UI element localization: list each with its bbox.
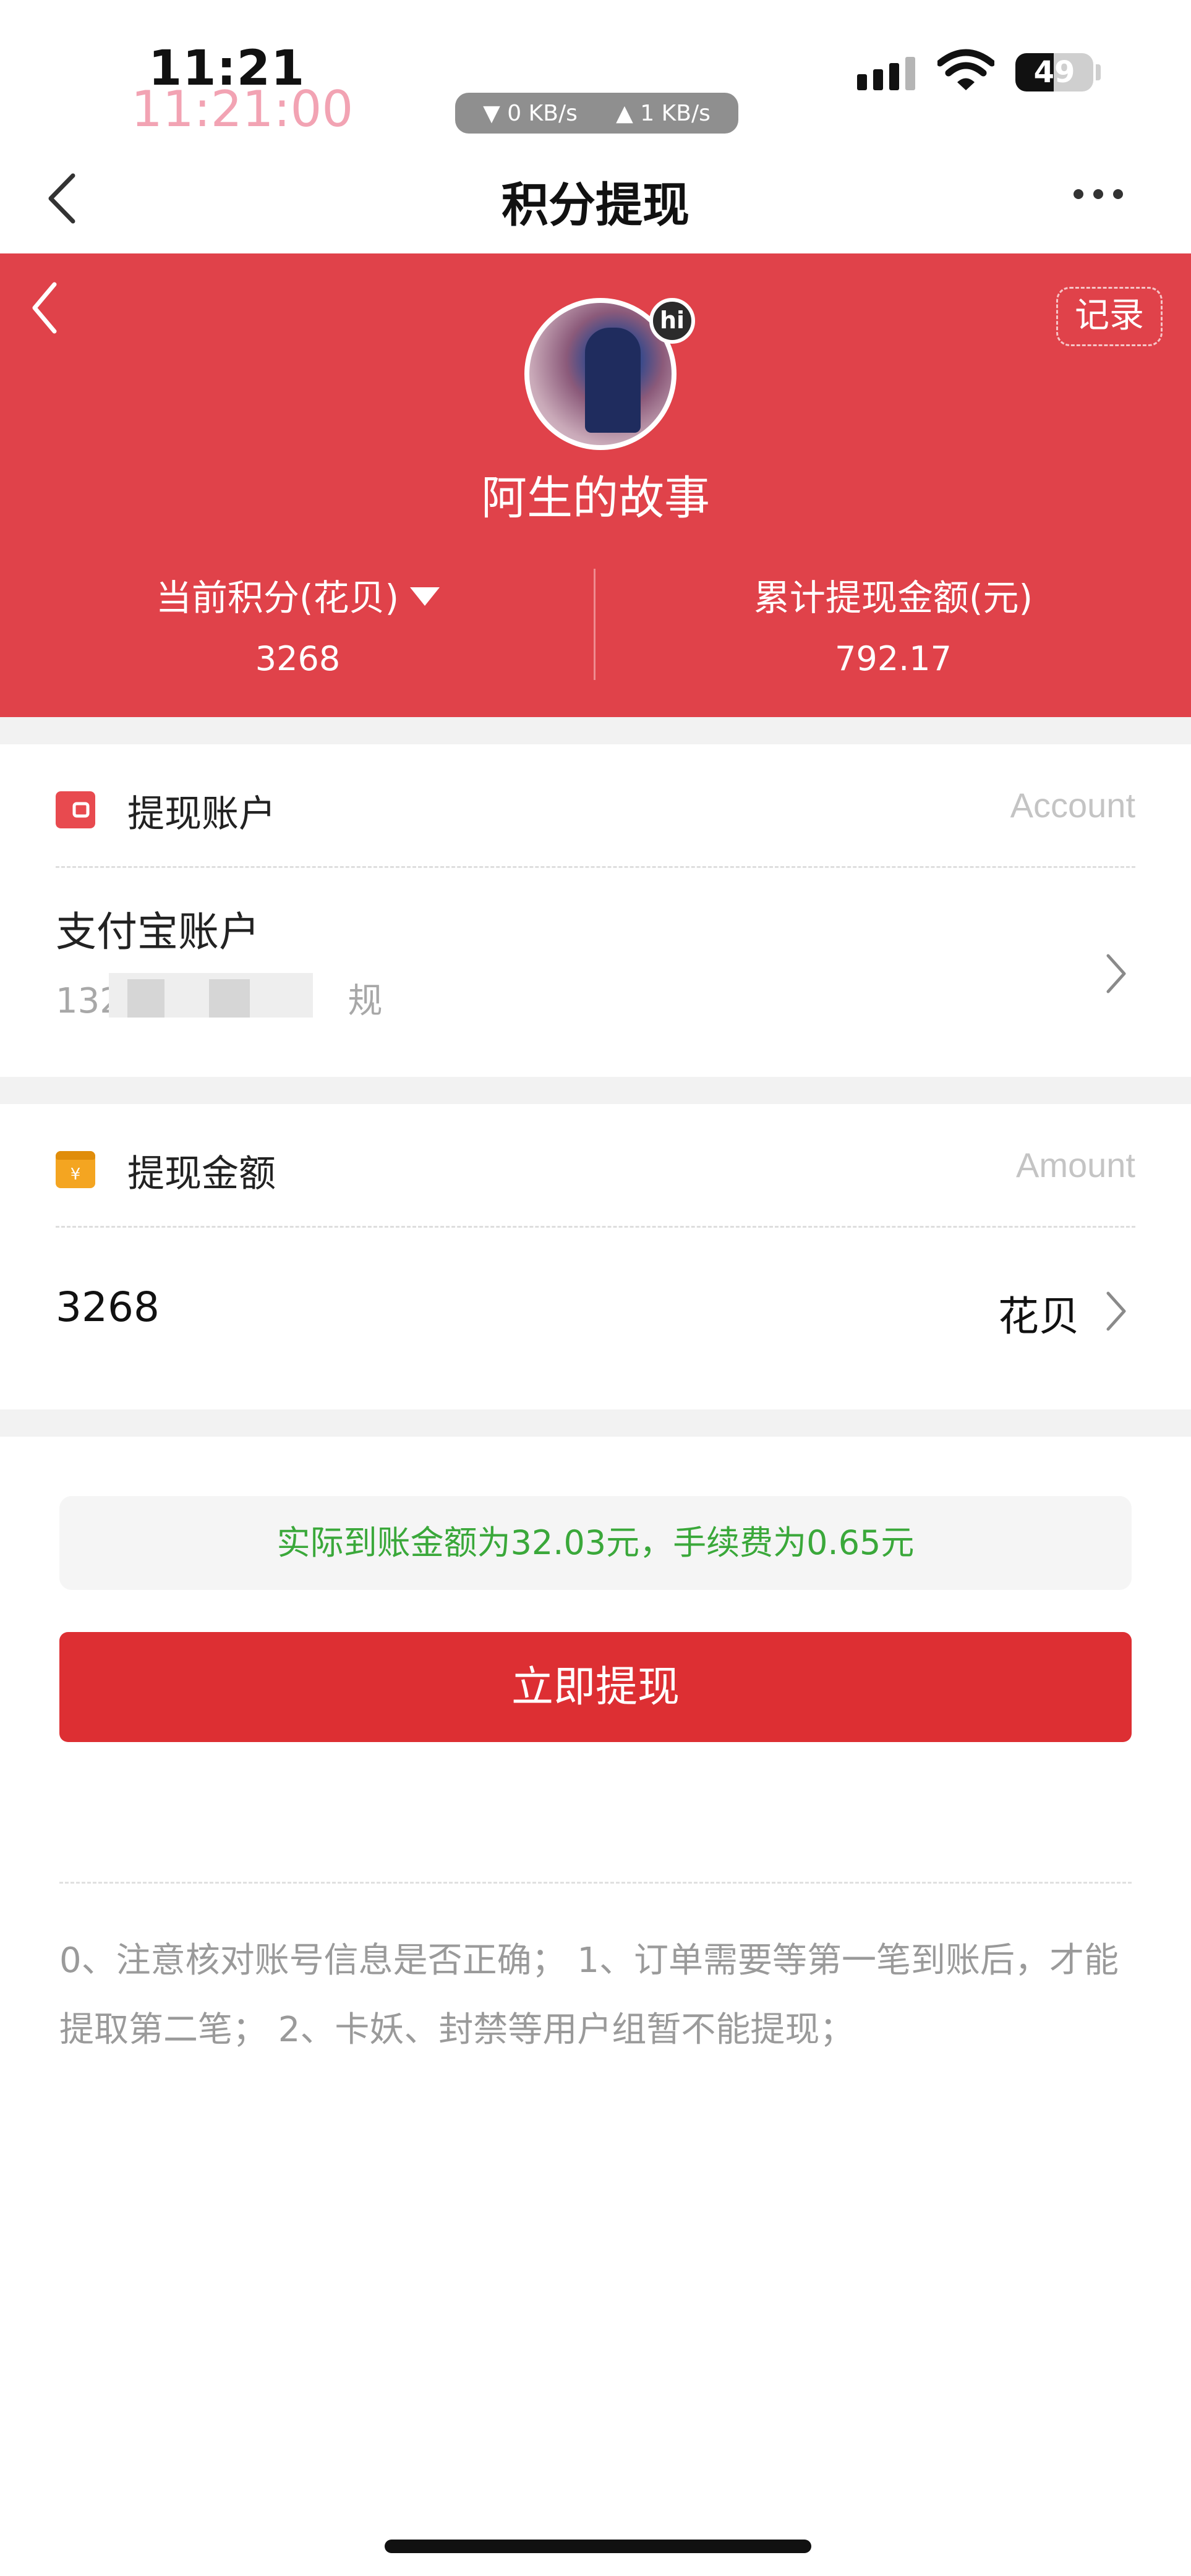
- username: 阿生的故事: [481, 472, 710, 525]
- total-withdrawn-value: 792.17: [835, 639, 952, 678]
- dropdown-triangle-icon[interactable]: [410, 587, 440, 606]
- avatar-photo: [585, 328, 641, 433]
- chevron-right-icon[interactable]: [1103, 1290, 1128, 1333]
- battery-level: 49: [1033, 55, 1075, 90]
- upload-speed: ▲ 1 KB/s: [616, 100, 711, 126]
- total-withdrawn-label: 累计提现金额(元): [753, 577, 1033, 619]
- chevron-right-icon[interactable]: [1103, 952, 1128, 995]
- redaction-block: [209, 979, 250, 1018]
- yuan-box-icon: ¥: [56, 1151, 95, 1188]
- amount-section-header: ¥ 提现金额 Amount: [56, 1104, 1135, 1228]
- wifi-icon: [937, 49, 994, 90]
- section-gap: [0, 717, 1191, 744]
- profile-header: 记录 hi 阿生的故事 当前积分(花贝) 3268 累计提现金额(元) 792.…: [0, 253, 1191, 717]
- clock-seconds-overlay: 11:21:00: [131, 80, 354, 138]
- amount-section-hint: Amount: [1016, 1146, 1135, 1184]
- header-back-chevron-icon[interactable]: [27, 278, 62, 338]
- network-speed-pill: ▼ 0 KB/s ▲ 1 KB/s: [455, 93, 738, 134]
- account-section-title: 提现账户: [127, 793, 276, 836]
- section-gap: [0, 1077, 1191, 1104]
- page-title: 积分提现: [502, 177, 689, 232]
- account-section-hint: Account: [1010, 786, 1135, 825]
- home-indicator[interactable]: [385, 2540, 811, 2553]
- section-gap: [0, 1409, 1191, 1437]
- account-number-suffix: 规: [348, 981, 383, 1021]
- account-name: 支付宝账户: [56, 908, 260, 956]
- account-section-header: 提现账户 Account: [56, 744, 1135, 868]
- points-label: 当前积分(花贝): [155, 577, 399, 619]
- hi-badge: hi: [649, 298, 695, 344]
- navigation-bar: 积分提现: [0, 142, 1191, 253]
- amount-section-title: 提现金额: [127, 1152, 276, 1196]
- fee-notice: 实际到账金额为32.03元，手续费为0.65元: [59, 1496, 1132, 1590]
- points-value: 3268: [255, 639, 341, 678]
- download-speed: ▼ 0 KB/s: [483, 100, 578, 126]
- points-stat[interactable]: 当前积分(花贝) 3268: [0, 569, 596, 678]
- tips-divider: [59, 1882, 1132, 1884]
- records-button[interactable]: 记录: [1056, 287, 1163, 346]
- status-bar: 11:21 11:21:00 ▼ 0 KB/s ▲ 1 KB/s 49: [0, 0, 1191, 142]
- withdraw-tips: 0、注意核对账号信息是否正确； 1、订单需要等第一笔到账后，才能提取第二笔； 2…: [59, 1941, 1119, 2050]
- amount-input[interactable]: 3268: [56, 1283, 160, 1331]
- withdraw-account-section: 提现账户 Account 支付宝账户 132 规: [0, 744, 1191, 1077]
- more-dots-icon[interactable]: [1074, 189, 1123, 199]
- withdraw-now-button[interactable]: 立即提现: [59, 1632, 1132, 1742]
- redaction-block: [127, 979, 164, 1018]
- withdraw-amount-section: ¥ 提现金额 Amount 3268 花贝: [0, 1104, 1191, 1409]
- wallet-icon: [56, 791, 95, 828]
- total-withdrawn-stat: 累计提现金额(元) 792.17: [596, 569, 1191, 678]
- amount-unit-selector[interactable]: 花贝: [998, 1283, 1080, 1343]
- svg-text:¥: ¥: [70, 1165, 81, 1184]
- battery-tip: [1096, 64, 1101, 80]
- battery-icon: 49: [1015, 53, 1093, 91]
- cellular-signal-icon: [857, 53, 915, 90]
